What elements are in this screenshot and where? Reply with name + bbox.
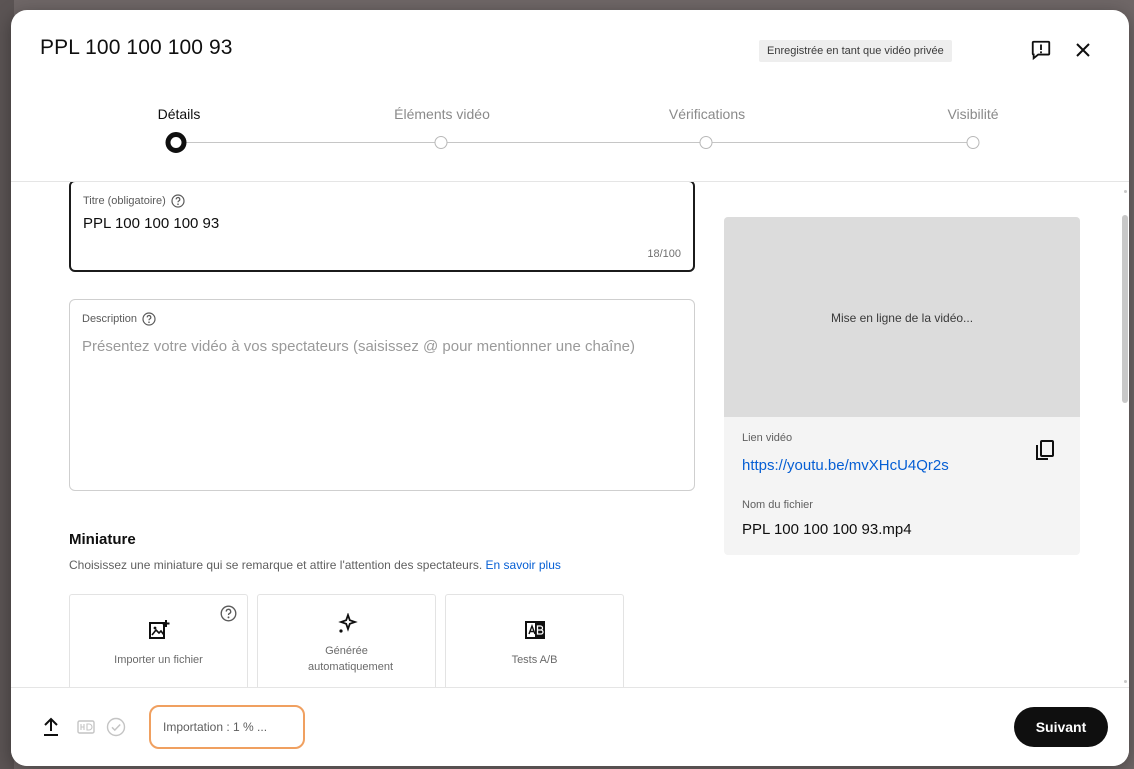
stepper-line [176,142,971,143]
step-checks[interactable]: Vérifications [669,106,745,122]
content-scrollbar[interactable] [1122,215,1128,403]
upload-stepper: Détails Éléments vidéo Vérifications Vis… [11,90,1129,182]
help-icon[interactable] [142,312,156,326]
step-details[interactable]: Détails [158,106,201,122]
next-button[interactable]: Suivant [1014,707,1108,747]
ab-test-thumbnail-label: Tests A/B [511,654,558,666]
step-visibility[interactable]: Visibilité [947,106,998,122]
step-visibility-dot[interactable] [966,136,980,149]
learn-more-link[interactable]: En savoir plus [486,558,561,572]
dialog-title: PPL 100 100 100 93 [40,36,233,59]
add-photo-icon [148,619,170,641]
dialog-header: PPL 100 100 100 93 Enregistrée en tant q… [11,10,1129,90]
upload-thumbnail-button[interactable]: Importer un fichier [69,594,248,687]
feedback-icon[interactable] [1027,36,1055,64]
ab-test-icon [524,619,546,641]
video-link[interactable]: https://youtu.be/mvXHcU4Qr2s [742,457,949,474]
step-checks-dot[interactable] [699,136,713,149]
file-name-label: Nom du fichier [742,499,813,511]
step-video-elements[interactable]: Éléments vidéo [394,106,490,122]
ab-test-thumbnail-button[interactable]: Tests A/B [445,594,624,687]
saved-status-badge: Enregistrée en tant que vidéo privée [759,40,952,62]
scroll-up-indicator[interactable] [1124,190,1127,193]
upload-progress-text: Importation : 1 % ... [163,720,268,734]
title-field[interactable]: Titre (obligatoire) PPL 100 100 100 93 1… [69,182,695,272]
checks-status-icon[interactable] [105,716,127,738]
details-content: Titre (obligatoire) PPL 100 100 100 93 1… [11,182,1129,687]
copy-icon[interactable] [1032,437,1058,463]
video-info-panel: Mise en ligne de la vidéo... Lien vidéo … [724,217,1080,555]
video-upload-status: Mise en ligne de la vidéo... [830,311,974,325]
video-link-label: Lien vidéo [742,432,793,444]
upload-dialog: PPL 100 100 100 93 Enregistrée en tant q… [11,10,1129,766]
scroll-down-indicator[interactable] [1124,680,1127,683]
description-field[interactable]: Description Présentez votre vidéo à vos … [69,299,695,491]
step-video-elements-dot[interactable] [434,136,448,149]
title-input-value[interactable]: PPL 100 100 100 93 [83,215,219,232]
file-name-value: PPL 100 100 100 93.mp4 [742,521,912,538]
close-icon[interactable] [1069,36,1097,64]
dialog-footer: Importation : 1 % ... Suivant [11,687,1129,766]
video-preview: Mise en ligne de la vidéo... [724,217,1080,417]
description-placeholder[interactable]: Présentez votre vidéo à vos spectateurs … [82,334,682,359]
title-field-label: Titre (obligatoire) [83,194,185,208]
upload-progress-highlight: Importation : 1 % ... [149,705,305,749]
thumbnail-section-title: Miniature [69,531,136,548]
hd-processing-icon[interactable] [75,716,97,738]
upload-thumbnail-label: Importer un fichier [114,654,203,666]
upload-icon[interactable] [40,716,62,738]
step-details-dot[interactable] [165,132,187,153]
title-char-counter: 18/100 [647,248,681,260]
help-icon[interactable] [220,605,237,622]
auto-generated-thumbnail-button[interactable]: Générée automatiquement [257,594,436,687]
sparkle-icon [336,612,358,635]
thumbnail-section-subtitle: Choisissez une miniature qui se remarque… [69,558,561,572]
help-icon[interactable] [171,194,185,208]
auto-generated-thumbnail-label: Générée automatiquement [308,645,393,673]
description-field-label: Description [82,312,156,326]
